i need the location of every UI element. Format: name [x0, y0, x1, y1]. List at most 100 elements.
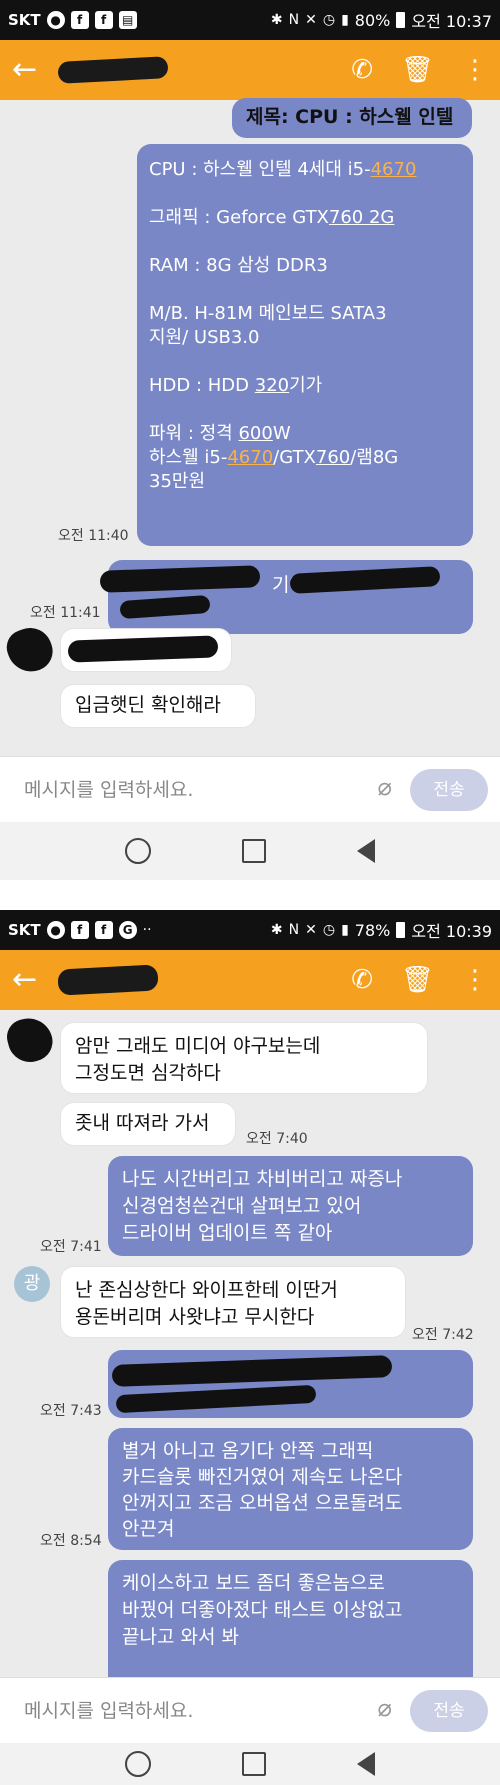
avatar-initial-text: 광: [23, 1273, 41, 1294]
chat-app-bar: ← ✆ 🗑 ⋮: [0, 40, 500, 100]
message-line: 바꿨어 더좋아졌다 태스트 이상없고: [122, 1599, 403, 1621]
bluetooth-icon: ✱: [270, 12, 283, 28]
incoming-text: 입금햇딘 확인해라: [75, 694, 221, 716]
message-line: 케이스하고 보드 좀더 좋은놈으로: [122, 1572, 385, 1594]
timestamp-spec: 오전 11:40: [58, 528, 129, 544]
more-options-icon[interactable]: ⋮: [462, 965, 488, 995]
mute-icon: ✕: [305, 12, 317, 28]
trash-icon[interactable]: 🗑: [401, 55, 434, 85]
facebook-icon-2: f: [94, 921, 113, 939]
recent-apps-icon[interactable]: [241, 1752, 266, 1776]
timestamp: 오전 7:40: [246, 1131, 308, 1147]
message-input-bar: 메시지를 입력하세요. ⌀ 전송: [0, 756, 500, 822]
outgoing-bubble: 별거 아니고 옴기다 안쪽 그래픽 카드슬롯 빠진거였어 제속도 나온다 안꺼지…: [108, 1428, 473, 1550]
status-bar: SKT ● f f G ·· ✱ N ✕ ◷ ▮ 78% 오전 10:39: [0, 910, 500, 950]
twitch-icon: ▤: [118, 11, 137, 29]
message-line: 나도 시간버리고 차비버리고 짜증나: [122, 1168, 403, 1190]
clock: 오전 10:39: [411, 922, 492, 941]
chat-area: 암만 그래도 미디어 야구보는데 그정도면 심각하다 좃내 따져라 가서 오전 …: [0, 1010, 500, 1690]
message-input[interactable]: 메시지를 입력하세요.: [24, 775, 193, 802]
facebook-icon: f: [70, 11, 89, 29]
nfc-icon: N: [288, 12, 300, 28]
timestamp: 오전 7:43: [40, 1403, 102, 1419]
back-arrow-icon[interactable]: ←: [12, 40, 52, 100]
carrier-label: SKT: [8, 11, 41, 29]
message-line: 드라이버 업데이트 쪽 같아: [122, 1222, 333, 1244]
attach-icon[interactable]: ⌀: [378, 1694, 392, 1722]
avatar[interactable]: [3, 1013, 57, 1067]
message-line: 끝나고 와서 봐: [122, 1626, 239, 1648]
subject-bubble: 제목: CPU : 하스웰 인텔: [232, 98, 472, 138]
spec-mb-2: 지원/ USB3.0: [149, 327, 260, 348]
spec-hdd: HDD : HDD 320기가: [149, 375, 323, 396]
back-arrow-icon[interactable]: ←: [12, 950, 52, 1010]
spec-summary: 하스웰 i5-4670/GTX760/램8G: [149, 447, 399, 468]
outgoing-bubble: 나도 시간버리고 차비버리고 짜증나 신경엄청쓴건대 살펴보고 있어 드라이버 …: [108, 1156, 473, 1256]
talk-notification-icon: ●: [46, 11, 65, 29]
incoming-bubble: 난 존심상한다 와이프한테 이딴거 용돈버리며 사왓냐고 무시한다: [60, 1266, 406, 1338]
google-icon: G: [118, 921, 137, 939]
screenshot-2: SKT ● f f G ·· ✱ N ✕ ◷ ▮ 78% 오전 10:39 ← …: [0, 910, 500, 1785]
message-line: 용돈버리며 사왓냐고 무시한다: [75, 1306, 315, 1328]
timestamp: 오전 8:54: [40, 1533, 102, 1549]
subject-text: 제목: CPU : 하스웰 인텔: [246, 106, 454, 128]
status-bar: SKT ● f f ▤ ✱ N ✕ ◷ ▮ 80% 오전 10:37: [0, 0, 500, 40]
facebook-icon: f: [70, 921, 89, 939]
chat-area: 제목: CPU : 하스웰 인텔 CPU : 하스웰 인텔 4세대 i5-467…: [0, 98, 500, 756]
alarm-icon: ◷: [322, 922, 336, 938]
send-button[interactable]: 전송: [410, 1690, 488, 1732]
message-line: 별거 아니고 옴기다 안쪽 그래픽: [122, 1440, 374, 1462]
screenshot-divider: [0, 880, 500, 910]
avatar-initial[interactable]: 광: [14, 1266, 50, 1302]
talk-notification-icon: ●: [46, 921, 65, 939]
battery-percent: 78%: [354, 920, 391, 940]
carrier-label: SKT: [8, 921, 41, 939]
signal-icon: ▮: [341, 922, 349, 938]
battery-icon: [396, 12, 406, 28]
chat-app-bar: ← ✆ 🗑 ⋮: [0, 950, 500, 1010]
redacted-contact-name: [57, 964, 159, 996]
battery-percent: 80%: [354, 10, 391, 30]
message-line: 카드슬롯 빠진거였어 제속도 나온다: [122, 1466, 403, 1488]
clock: 오전 10:37: [411, 12, 492, 31]
signal-icon: ▮: [341, 12, 349, 28]
android-nav-bar: [0, 1743, 500, 1785]
screenshot-1: SKT ● f f ▤ ✱ N ✕ ◷ ▮ 80% 오전 10:37 ← ✆ 🗑…: [0, 0, 500, 880]
message-line: 신경엄청쓴건대 살펴보고 있어: [122, 1195, 362, 1217]
message-line: 난 존심상한다 와이프한테 이딴거: [75, 1279, 338, 1301]
attach-icon[interactable]: ⌀: [378, 773, 392, 801]
voice-call-icon[interactable]: ✆: [351, 965, 373, 995]
voice-call-icon[interactable]: ✆: [351, 55, 373, 85]
trash-icon[interactable]: 🗑: [401, 965, 434, 995]
spec-bubble: CPU : 하스웰 인텔 4세대 i5-4670 그래픽 : Geforce G…: [137, 144, 473, 546]
timestamp-redacted: 오전 11:41: [30, 605, 101, 621]
facebook-icon-2: f: [94, 11, 113, 29]
spec-mb-1: M/B. H-81M 메인보드 SATA3: [149, 303, 387, 324]
back-nav-icon[interactable]: [356, 1752, 375, 1776]
mute-icon: ✕: [305, 922, 317, 938]
incoming-bubble: 좃내 따져라 가서: [60, 1102, 236, 1146]
outgoing-bubble: 케이스하고 보드 좀더 좋은놈으로 바꿨어 더좋아졌다 태스트 이상없고 끝나고…: [108, 1560, 473, 1690]
battery-icon: [396, 922, 406, 938]
send-button[interactable]: 전송: [410, 769, 488, 811]
android-nav-bar: [0, 822, 500, 880]
spec-cpu: CPU : 하스웰 인텔 4세대 i5-4670: [149, 159, 417, 180]
message-input-bar: 메시지를 입력하세요. ⌀ 전송: [0, 1677, 500, 1743]
message-input[interactable]: 메시지를 입력하세요.: [24, 1696, 193, 1723]
home-icon[interactable]: [125, 838, 152, 864]
more-notifications-icon: ··: [142, 922, 152, 938]
home-icon[interactable]: [125, 1751, 152, 1777]
bluetooth-icon: ✱: [270, 922, 283, 938]
more-options-icon[interactable]: ⋮: [462, 55, 488, 85]
back-nav-icon[interactable]: [356, 839, 375, 863]
redacted-contact-name: [57, 56, 169, 84]
message-line: 안끈겨: [122, 1518, 175, 1540]
avatar[interactable]: [1, 621, 59, 679]
alarm-icon: ◷: [322, 12, 336, 28]
message-line: 그정도면 심각하다: [75, 1062, 221, 1084]
spec-psu: 파워 : 정격 600W: [149, 423, 291, 444]
incoming-bubble: 입금햇딘 확인해라: [60, 684, 256, 728]
timestamp: 오전 7:42: [412, 1327, 474, 1343]
spec-gpu: 그래픽 : Geforce GTX760 2G: [149, 207, 395, 228]
recent-apps-icon[interactable]: [241, 839, 266, 863]
